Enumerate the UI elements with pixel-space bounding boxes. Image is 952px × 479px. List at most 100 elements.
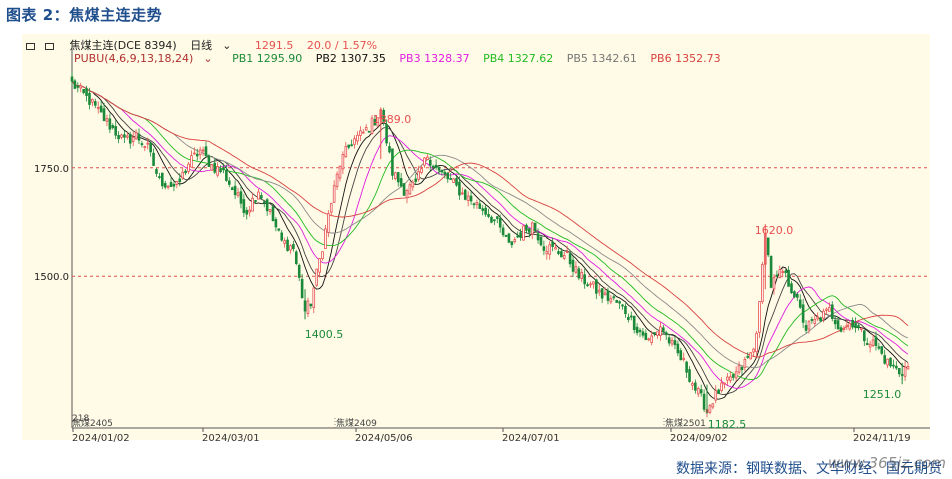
candle-body bbox=[443, 171, 447, 175]
candle-body bbox=[388, 146, 391, 153]
candle-body bbox=[597, 289, 601, 293]
candle-body bbox=[895, 365, 898, 369]
candle-body bbox=[338, 165, 342, 179]
candle-body bbox=[752, 348, 755, 353]
candle-body bbox=[533, 222, 537, 232]
candle-body bbox=[85, 88, 88, 96]
candle-body bbox=[880, 346, 884, 354]
candle-body bbox=[469, 195, 473, 202]
candle-body bbox=[155, 168, 158, 174]
candle-body bbox=[242, 199, 246, 213]
candle-body bbox=[458, 181, 461, 196]
candle-body bbox=[670, 339, 674, 345]
candle-body bbox=[408, 184, 412, 195]
candle-body bbox=[82, 88, 85, 93]
candle-body bbox=[79, 85, 83, 89]
candle-body bbox=[353, 138, 356, 145]
candle-body bbox=[137, 133, 141, 141]
candle-body bbox=[554, 247, 557, 250]
candle-body bbox=[329, 203, 333, 213]
candle-body bbox=[542, 246, 546, 251]
candle-body bbox=[198, 149, 202, 156]
candle-body bbox=[274, 219, 278, 228]
candle-body bbox=[396, 172, 400, 183]
extreme-annotation: 1400.5 bbox=[305, 328, 344, 341]
candle-body bbox=[254, 200, 257, 202]
candle-body bbox=[294, 251, 298, 264]
candle-body bbox=[848, 323, 852, 330]
candle-body bbox=[297, 264, 301, 278]
candle-body bbox=[772, 277, 776, 290]
candle-body bbox=[158, 176, 161, 179]
candle-body bbox=[516, 235, 519, 238]
candle-body bbox=[501, 227, 505, 236]
candle-body bbox=[685, 361, 688, 373]
candle-body bbox=[734, 371, 738, 379]
candle-body bbox=[865, 342, 869, 346]
candle-body bbox=[548, 244, 552, 255]
candle-body bbox=[790, 283, 793, 294]
candlestick-chart: 1750.0 1500.0 2024/01/02 2024/03/01 2024/05/… bbox=[34, 44, 930, 444]
contract-label: 焦煤2409 bbox=[336, 417, 377, 429]
candle-body bbox=[714, 390, 718, 401]
candle-body bbox=[877, 346, 881, 349]
candle-body bbox=[233, 185, 237, 196]
candle-body bbox=[251, 197, 254, 212]
candle-body bbox=[102, 108, 106, 121]
candle-body bbox=[717, 389, 720, 395]
candle-body bbox=[466, 195, 470, 201]
candle-body bbox=[664, 332, 668, 336]
candle-body bbox=[321, 251, 324, 260]
candle-body bbox=[190, 155, 193, 168]
candle-body bbox=[592, 281, 595, 285]
candle-body bbox=[490, 216, 493, 223]
candle-body bbox=[481, 208, 485, 211]
candle-body bbox=[417, 171, 420, 180]
candle-body bbox=[117, 134, 120, 140]
candle-body bbox=[126, 135, 129, 138]
candle-body bbox=[265, 199, 269, 212]
candle-body bbox=[495, 216, 499, 219]
candle-body bbox=[749, 352, 753, 360]
candle-body bbox=[609, 298, 613, 303]
candle-body bbox=[169, 182, 173, 188]
candle-body bbox=[688, 369, 691, 382]
candle-body bbox=[758, 301, 761, 333]
candle-body bbox=[656, 331, 659, 336]
candle-body bbox=[262, 201, 266, 204]
candle-body bbox=[111, 125, 115, 129]
candle-body bbox=[201, 149, 205, 152]
candle-body bbox=[300, 278, 304, 299]
candle-body bbox=[807, 321, 811, 330]
y-tick-label: 1500.0 bbox=[34, 272, 69, 283]
candle-body bbox=[286, 239, 289, 251]
candle-body bbox=[737, 365, 741, 373]
candle-body bbox=[860, 327, 863, 330]
candle-body bbox=[434, 164, 438, 168]
candle-body bbox=[676, 343, 680, 354]
candle-body bbox=[475, 201, 479, 205]
candle-body bbox=[761, 264, 764, 303]
candle-body bbox=[140, 143, 144, 146]
candle-body bbox=[638, 329, 642, 332]
candle-body bbox=[551, 241, 554, 247]
candle-body bbox=[522, 225, 525, 241]
candle-body bbox=[359, 130, 362, 136]
candle-body bbox=[431, 165, 435, 168]
candle-body bbox=[545, 251, 549, 255]
candle-body bbox=[426, 156, 429, 160]
candle-body bbox=[650, 335, 653, 343]
label-layer: 1750.0 1500.0 2024/01/02 2024/03/01 2024/05/… bbox=[34, 113, 911, 444]
candle-body bbox=[222, 167, 225, 171]
candle-body bbox=[892, 364, 895, 367]
candle-body bbox=[612, 296, 616, 299]
candle-body bbox=[755, 332, 758, 353]
candle-body bbox=[536, 233, 540, 241]
candle-layer bbox=[70, 71, 910, 418]
candle-body bbox=[327, 213, 330, 233]
candle-body bbox=[324, 228, 327, 249]
x-tick-label: 2024/11/19 bbox=[853, 433, 911, 444]
candle-body bbox=[399, 178, 403, 187]
candle-body bbox=[257, 191, 260, 200]
extreme-annotation: 1251.0 bbox=[863, 388, 902, 401]
